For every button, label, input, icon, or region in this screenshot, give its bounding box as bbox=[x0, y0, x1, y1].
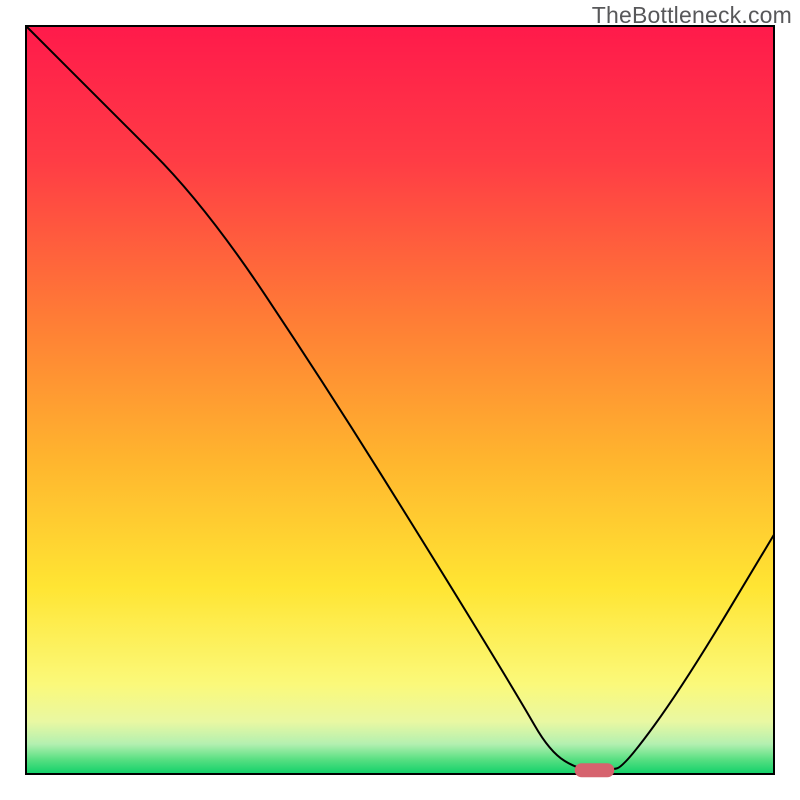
optimal-marker bbox=[575, 763, 615, 777]
watermark-text: TheBottleneck.com bbox=[592, 2, 792, 29]
chart-container: TheBottleneck.com bbox=[0, 0, 800, 800]
bottleneck-chart bbox=[0, 0, 800, 800]
